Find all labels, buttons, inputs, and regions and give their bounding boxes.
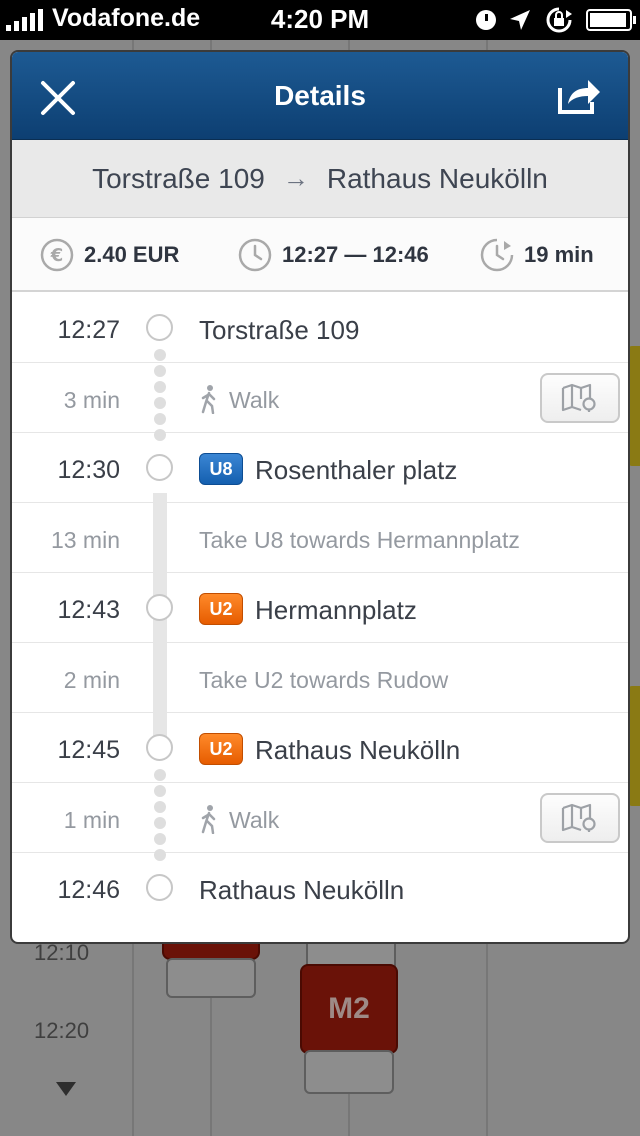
rotation-lock-icon <box>546 7 572 33</box>
stop-marker <box>146 454 173 481</box>
price-value: 2.40 EUR <box>84 242 180 267</box>
route-arrow: → <box>282 163 309 193</box>
stop-name: Hermannplatz <box>255 595 417 625</box>
stop-time: 12:27 <box>57 316 120 344</box>
page-title: Details <box>274 80 366 111</box>
duration-summary: 19 min <box>480 238 594 272</box>
segment-duration: 1 min <box>63 807 120 833</box>
timeline-walk-segment: 3 min Walk <box>12 363 628 433</box>
alarm-clock-icon <box>476 10 496 30</box>
stop-name: Rosenthaler platz <box>255 455 458 485</box>
show-map-button[interactable] <box>540 793 620 843</box>
battery-icon <box>586 9 636 31</box>
walk-track <box>154 769 166 865</box>
duration-value: 19 min <box>524 242 594 267</box>
stop-time: 12:30 <box>57 456 120 484</box>
show-map-button[interactable] <box>540 373 620 423</box>
time-range-value: 12:27 — 12:46 <box>282 242 429 267</box>
segment-duration: 13 min <box>50 527 120 553</box>
share-icon[interactable] <box>556 76 602 116</box>
timeline-stop[interactable]: 12:46 Rathaus Neukölln <box>12 853 628 923</box>
stop-marker <box>146 314 173 341</box>
route-origin: Torstraße 109 <box>92 162 265 194</box>
line-badge-u2: U2 <box>199 593 243 626</box>
stop-marker <box>146 734 173 761</box>
segment-description: Walk <box>229 807 280 834</box>
walk-track <box>154 349 166 445</box>
stop-time: 12:46 <box>57 876 120 904</box>
background-line-m2: M2 <box>300 964 398 1054</box>
segment-duration: 3 min <box>63 387 120 413</box>
route-header: Torstraße 109 → Rathaus Neukölln <box>12 140 628 218</box>
timeline-ride-segment: 2 min Take U2 towards Rudow <box>12 643 628 713</box>
trip-summary: € 2.40 EUR 12:27 — 12:46 19 min <box>12 218 628 292</box>
timeline-stop[interactable]: 12:27 Torstraße 109 <box>12 293 628 363</box>
background-time-label: 12:20 <box>34 1018 90 1043</box>
segment-description: Walk <box>229 387 280 414</box>
timeline-stop[interactable]: 12:43 U2 Hermannplatz <box>12 573 628 643</box>
euro-icon: € <box>40 238 74 272</box>
transit-track <box>153 493 167 759</box>
stop-marker <box>146 874 173 901</box>
timeline-stop[interactable]: 12:45 U2 Rathaus Neukölln <box>12 713 628 783</box>
segment-description: Take U2 towards Rudow <box>199 667 449 693</box>
map-pin-icon <box>561 803 596 832</box>
stop-name: Torstraße 109 <box>199 315 360 345</box>
walking-person-icon <box>201 805 216 834</box>
duration-clock-icon <box>480 238 514 272</box>
stop-marker <box>146 594 173 621</box>
clock-icon <box>238 238 272 272</box>
location-arrow-icon <box>510 10 530 30</box>
stop-name: Rathaus Neukölln <box>199 875 405 905</box>
navigation-bar: Details <box>12 52 628 140</box>
status-bar: Vodafone.de 4:20 PM <box>0 0 640 40</box>
line-badge-u8: U8 <box>199 453 243 486</box>
price-summary: € 2.40 EUR <box>40 238 179 272</box>
segment-description: Take U8 towards Hermannplatz <box>199 527 520 553</box>
svg-text:€: € <box>50 245 64 266</box>
stop-name: Rathaus Neukölln <box>255 735 461 765</box>
segment-duration: 2 min <box>63 667 120 693</box>
line-badge-u2: U2 <box>199 733 243 766</box>
timeline-walk-segment: 1 min Walk <box>12 783 628 853</box>
map-pin-icon <box>561 383 596 412</box>
stop-time: 12:45 <box>57 736 120 764</box>
walking-person-icon <box>201 385 216 414</box>
timeline-ride-segment: 13 min Take U8 towards Hermannplatz <box>12 503 628 573</box>
stop-time: 12:43 <box>57 596 120 624</box>
scroll-down-arrow-icon <box>56 1082 76 1096</box>
time-range-summary: 12:27 — 12:46 <box>238 238 429 272</box>
timeline-stop[interactable]: 12:30 U8 Rosenthaler platz <box>12 433 628 503</box>
route-destination: Rathaus Neukölln <box>326 162 548 194</box>
details-modal: Details Torstraße 109 → Rathaus Neukölln… <box>10 50 630 944</box>
